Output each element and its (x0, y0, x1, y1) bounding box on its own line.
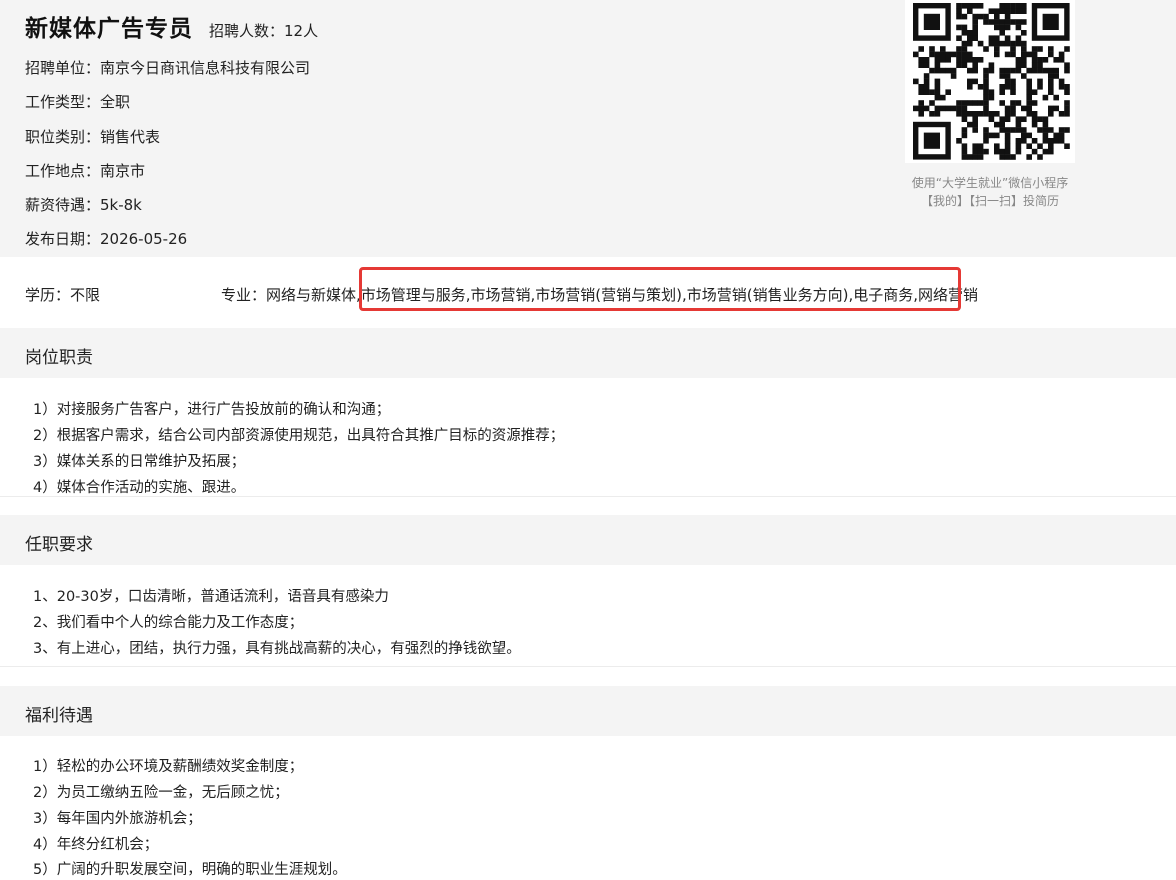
divider (0, 666, 1176, 667)
major-list: 专业：网络与新媒体,市场管理与服务,市场营销,市场营销(营销与策划),市场营销(… (221, 286, 979, 304)
qr-caption: 使用“大学生就业”微信小程序 【我的】【扫一扫】投简历 (880, 174, 1100, 210)
qr-caption-line1: 使用“大学生就业”微信小程序 (911, 176, 1069, 190)
salary: 薪资待遇：5k-8k (25, 196, 142, 214)
qr-caption-line2: 【我的】【扫一扫】投简历 (920, 194, 1059, 208)
section-benefits-title: 福利待遇 (25, 706, 93, 726)
job-category: 职位类别：销售代表 (25, 128, 161, 146)
list-item: 1）轻松的办公环境及薪酬绩效奖金制度； (33, 759, 304, 775)
job-header: 新媒体广告专员 招聘人数：12人 招聘单位：南京今日商讯信息科技有限公司 工作类… (0, 0, 1176, 257)
list-item: 2）根据客户需求，结合公司内部资源使用规范，出具符合其推广目标的资源推荐； (33, 428, 565, 444)
list-item: 3、有上进心，团结，执行力强，具有挑战高薪的决心，有强烈的挣钱欲望。 (33, 641, 521, 657)
section-duties-title: 岗位职责 (25, 348, 93, 368)
title-row: 新媒体广告专员 招聘人数：12人 (25, 9, 318, 43)
section-duties-header: 岗位职责 (0, 328, 1176, 378)
list-item: 1、20-30岁，口齿清晰，普通话流利，语音具有感染力 (33, 589, 389, 605)
section-qualifications-header: 任职要求 (0, 515, 1176, 565)
list-item: 3）媒体关系的日常维护及拓展； (33, 454, 246, 470)
work-type: 工作类型：全职 (25, 93, 131, 111)
employer: 招聘单位：南京今日商讯信息科技有限公司 (25, 59, 311, 77)
divider (0, 496, 1176, 497)
work-location: 工作地点：南京市 (25, 162, 146, 180)
list-item: 1）对接服务广告客户，进行广告投放前的确认和沟通； (33, 402, 391, 418)
list-item: 5）广阔的升职发展空间，明确的职业生涯规划。 (33, 862, 347, 878)
job-title: 新媒体广告专员 (25, 16, 193, 42)
education-major-row: 学历：不限 专业：网络与新媒体,市场管理与服务,市场营销,市场营销(营销与策划)… (0, 258, 1176, 328)
education: 学历：不限 (25, 286, 101, 304)
list-item: 3）每年国内外旅游机会； (33, 811, 202, 827)
section-benefits-header: 福利待遇 (0, 686, 1176, 736)
section-qualifications-title: 任职要求 (25, 535, 93, 555)
list-item: 2）为员工缴纳五险一金，无后顾之忧； (33, 785, 289, 801)
post-date: 发布日期：2026-05-26 (25, 230, 188, 248)
list-item: 2、我们看中个人的综合能力及工作态度； (33, 615, 304, 631)
list-item: 4）年终分红机会； (33, 837, 159, 853)
list-item: 4）媒体合作活动的实施、跟进。 (33, 480, 246, 496)
headcount: 招聘人数：12人 (209, 22, 319, 40)
qr-code-icon (905, 0, 1075, 163)
